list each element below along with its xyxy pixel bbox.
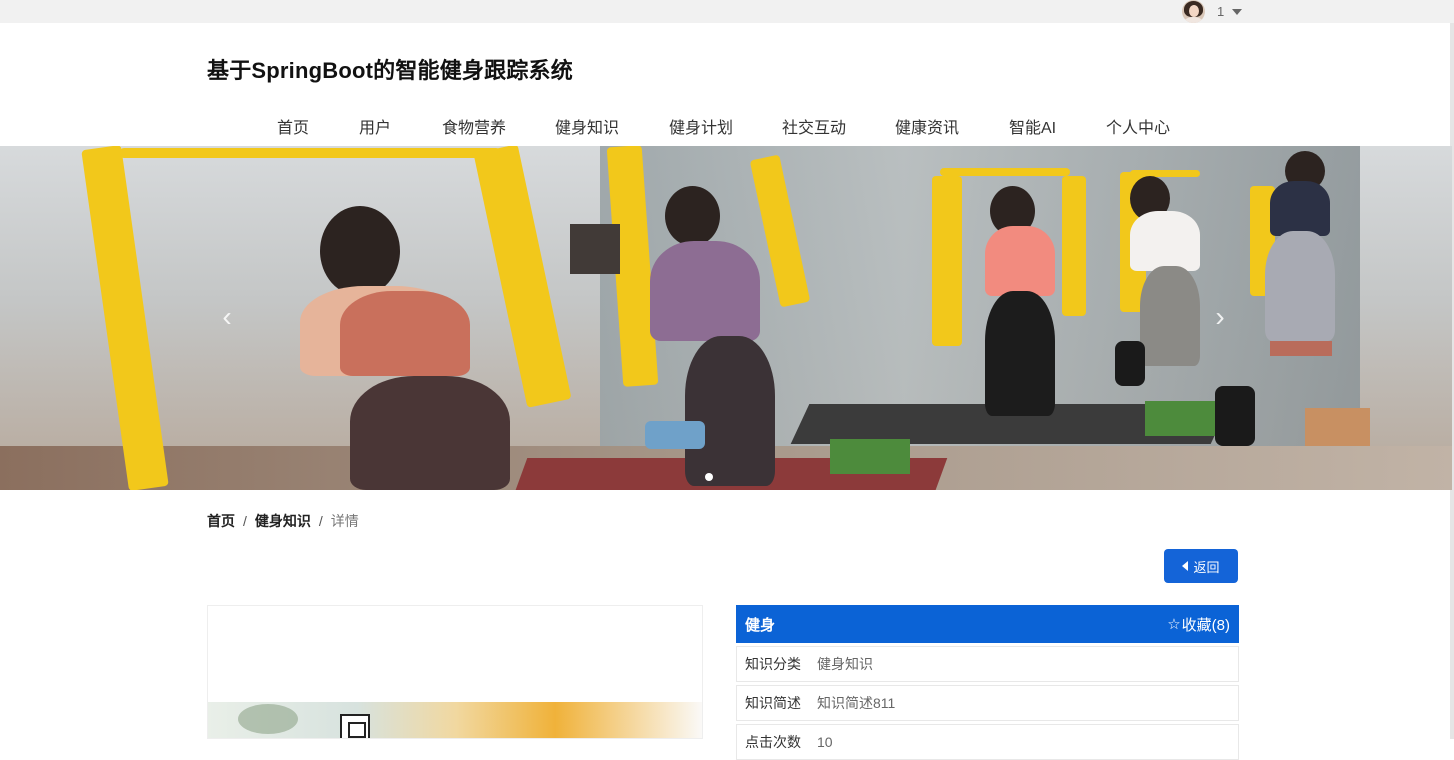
breadcrumb-section[interactable]: 健身知识 [255,511,311,531]
nav-item-fitness-knowledge[interactable]: 健身知识 [555,114,619,138]
detail-row-label: 知识简述 [745,695,801,711]
caret-down-icon[interactable] [1232,8,1243,15]
caret-left-icon [1182,561,1189,571]
knowledge-image [207,605,703,739]
nav-item-food-nutrition[interactable]: 食物营养 [442,114,506,138]
detail-row-value: 10 [817,734,833,750]
site-title: 基于SpringBoot的智能健身跟踪系统 [207,58,573,83]
nav-item-fitness-plan[interactable]: 健身计划 [669,114,733,138]
detail-title: 健身 [745,616,776,634]
detail-row-clicks: 点击次数 10 [736,724,1239,760]
favorite-button[interactable]: ☆ 收藏(8) [1167,614,1230,635]
user-menu[interactable]: 1 [1182,0,1243,23]
breadcrumb-separator: / [243,513,247,529]
carousel-indicator-dot[interactable] [705,473,713,481]
detail-row-category: 知识分类 健身知识 [736,646,1239,682]
breadcrumb-separator: / [318,513,323,529]
detail-row-value: 知识简述811 [817,695,896,711]
detail-header: 健身 ☆ 收藏(8) [736,605,1239,643]
nav-item-users[interactable]: 用户 [359,114,391,138]
nav-item-home[interactable]: 首页 [277,114,309,138]
breadcrumb-home[interactable]: 首页 [207,511,235,531]
top-bar: 1 [0,0,1454,23]
main-nav: 首页 用户 食物营养 健身知识 健身计划 社交互动 健康资讯 智能AI 个人中心 [0,104,1454,146]
nav-item-health-news[interactable]: 健康资讯 [895,114,959,138]
user-name[interactable]: 1 [1217,4,1224,19]
detail-row-summary: 知识简述 知识简述811 [736,685,1239,721]
nav-item-profile[interactable]: 个人中心 [1106,114,1170,138]
star-outline-icon: ☆ [1167,616,1181,633]
breadcrumb: 首页 / 健身知识 / 详情 [207,511,359,531]
chevron-right-icon[interactable]: › [1205,302,1235,332]
detail-panel: 健身 ☆ 收藏(8) 知识分类 健身知识 知识简述 知识简述811 点击次数 1… [736,605,1239,760]
nav-item-ai[interactable]: 智能AI [1009,114,1056,138]
back-button-label: 返回 [1193,559,1220,575]
back-button[interactable]: 返回 [1164,549,1238,583]
detail-row-value: 健身知识 [817,656,873,672]
user-avatar[interactable] [1182,0,1205,23]
breadcrumb-current: 详情 [330,513,359,529]
favorite-label: 收藏(8) [1181,616,1230,634]
chevron-left-icon[interactable]: ‹ [212,302,242,332]
nav-item-social[interactable]: 社交互动 [782,114,846,138]
detail-row-label: 知识分类 [745,656,801,672]
detail-row-label: 点击次数 [745,734,801,750]
